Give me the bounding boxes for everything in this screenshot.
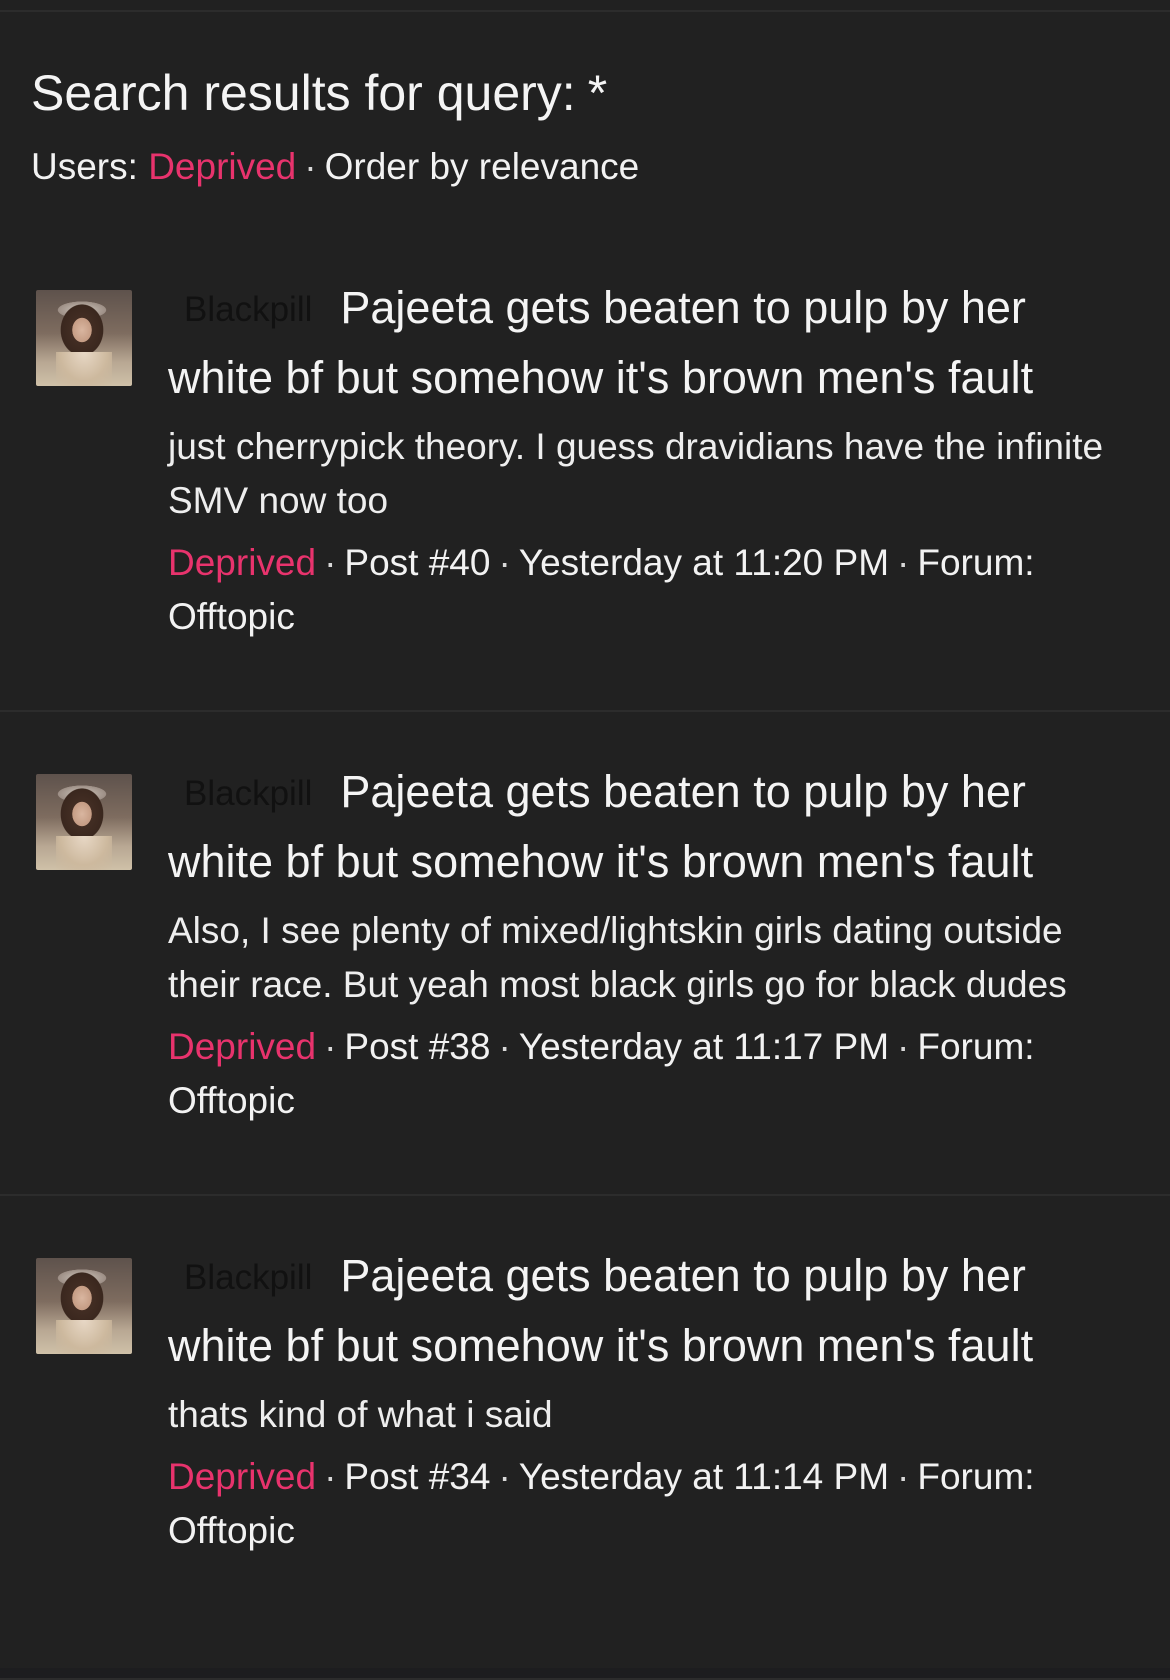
separator: · (897, 1456, 910, 1497)
thread-prefix[interactable]: Blackpill (184, 276, 312, 344)
result-snippet: Also, I see plenty of mixed/lightskin gi… (168, 910, 1067, 1005)
result-body: Blackpill Pajeeta gets beaten to pulp by … (168, 758, 1128, 1128)
author-link[interactable]: Deprived (168, 542, 316, 583)
user-filter-link[interactable]: Deprived (148, 146, 296, 187)
search-results-page: Search results for query: * Users: Depriv… (0, 0, 1170, 1680)
page-title: Search results for query: * (31, 58, 1131, 128)
result-body: Blackpill Pajeeta gets beaten to pulp by … (168, 1242, 1128, 1558)
author-link[interactable]: Deprived (168, 1456, 316, 1497)
separator: · (498, 1026, 511, 1067)
result-meta: Deprived · Post #34 · Yesterday at 11:14 PM ·… (168, 1450, 1128, 1558)
search-result: Blackpill Pajeeta gets beaten to pulp by … (0, 1196, 1170, 1680)
order-by-link[interactable]: Order by relevance (325, 146, 640, 187)
search-header: Search results for query: * Users: Depriv… (31, 58, 1131, 192)
search-query: * (587, 65, 608, 121)
separator: · (324, 1456, 337, 1497)
avatar[interactable] (36, 1258, 132, 1354)
post-number-link[interactable]: Post #40 (344, 542, 490, 583)
result-title-line: Blackpill Pajeeta gets beaten to pulp by … (168, 1242, 1128, 1380)
thread-prefix[interactable]: Blackpill (184, 760, 312, 828)
separator: · (897, 1026, 910, 1067)
post-number-link[interactable]: Post #34 (344, 1456, 490, 1497)
result-snippet: thats kind of what i said (168, 1394, 553, 1435)
separator: · (498, 542, 511, 583)
post-time: Yesterday at 11:20 PM (518, 542, 890, 583)
search-filters: Users: Deprived · Order by relevance (31, 142, 1131, 192)
author-link[interactable]: Deprived (168, 1026, 316, 1067)
search-result: Blackpill Pajeeta gets beaten to pulp by … (0, 712, 1170, 1196)
post-time: Yesterday at 11:14 PM (518, 1456, 890, 1497)
separator: · (498, 1456, 511, 1497)
users-label: Users: (31, 146, 138, 187)
result-snippet: just cherrypick theory. I guess dravidia… (168, 426, 1104, 521)
post-time: Yesterday at 11:17 PM (518, 1026, 890, 1067)
search-title-text: Search results for query: (31, 65, 576, 121)
avatar[interactable] (36, 290, 132, 386)
separator: · (324, 1026, 337, 1067)
separator: · (304, 146, 317, 187)
post-number-link[interactable]: Post #38 (344, 1026, 490, 1067)
separator: · (324, 542, 337, 583)
result-title-line: Blackpill Pajeeta gets beaten to pulp by … (168, 274, 1128, 412)
result-meta: Deprived · Post #40 · Yesterday at 11:20 PM ·… (168, 536, 1128, 644)
search-result: Blackpill Pajeeta gets beaten to pulp by … (0, 228, 1170, 712)
result-title-line: Blackpill Pajeeta gets beaten to pulp by … (168, 758, 1128, 896)
thread-prefix[interactable]: Blackpill (184, 1244, 312, 1312)
results-list: Blackpill Pajeeta gets beaten to pulp by … (0, 228, 1170, 1680)
result-meta: Deprived · Post #38 · Yesterday at 11:17 PM ·… (168, 1020, 1128, 1128)
avatar[interactable] (36, 774, 132, 870)
separator: · (897, 542, 910, 583)
result-body: Blackpill Pajeeta gets beaten to pulp by … (168, 274, 1128, 644)
top-divider (0, 10, 1170, 12)
